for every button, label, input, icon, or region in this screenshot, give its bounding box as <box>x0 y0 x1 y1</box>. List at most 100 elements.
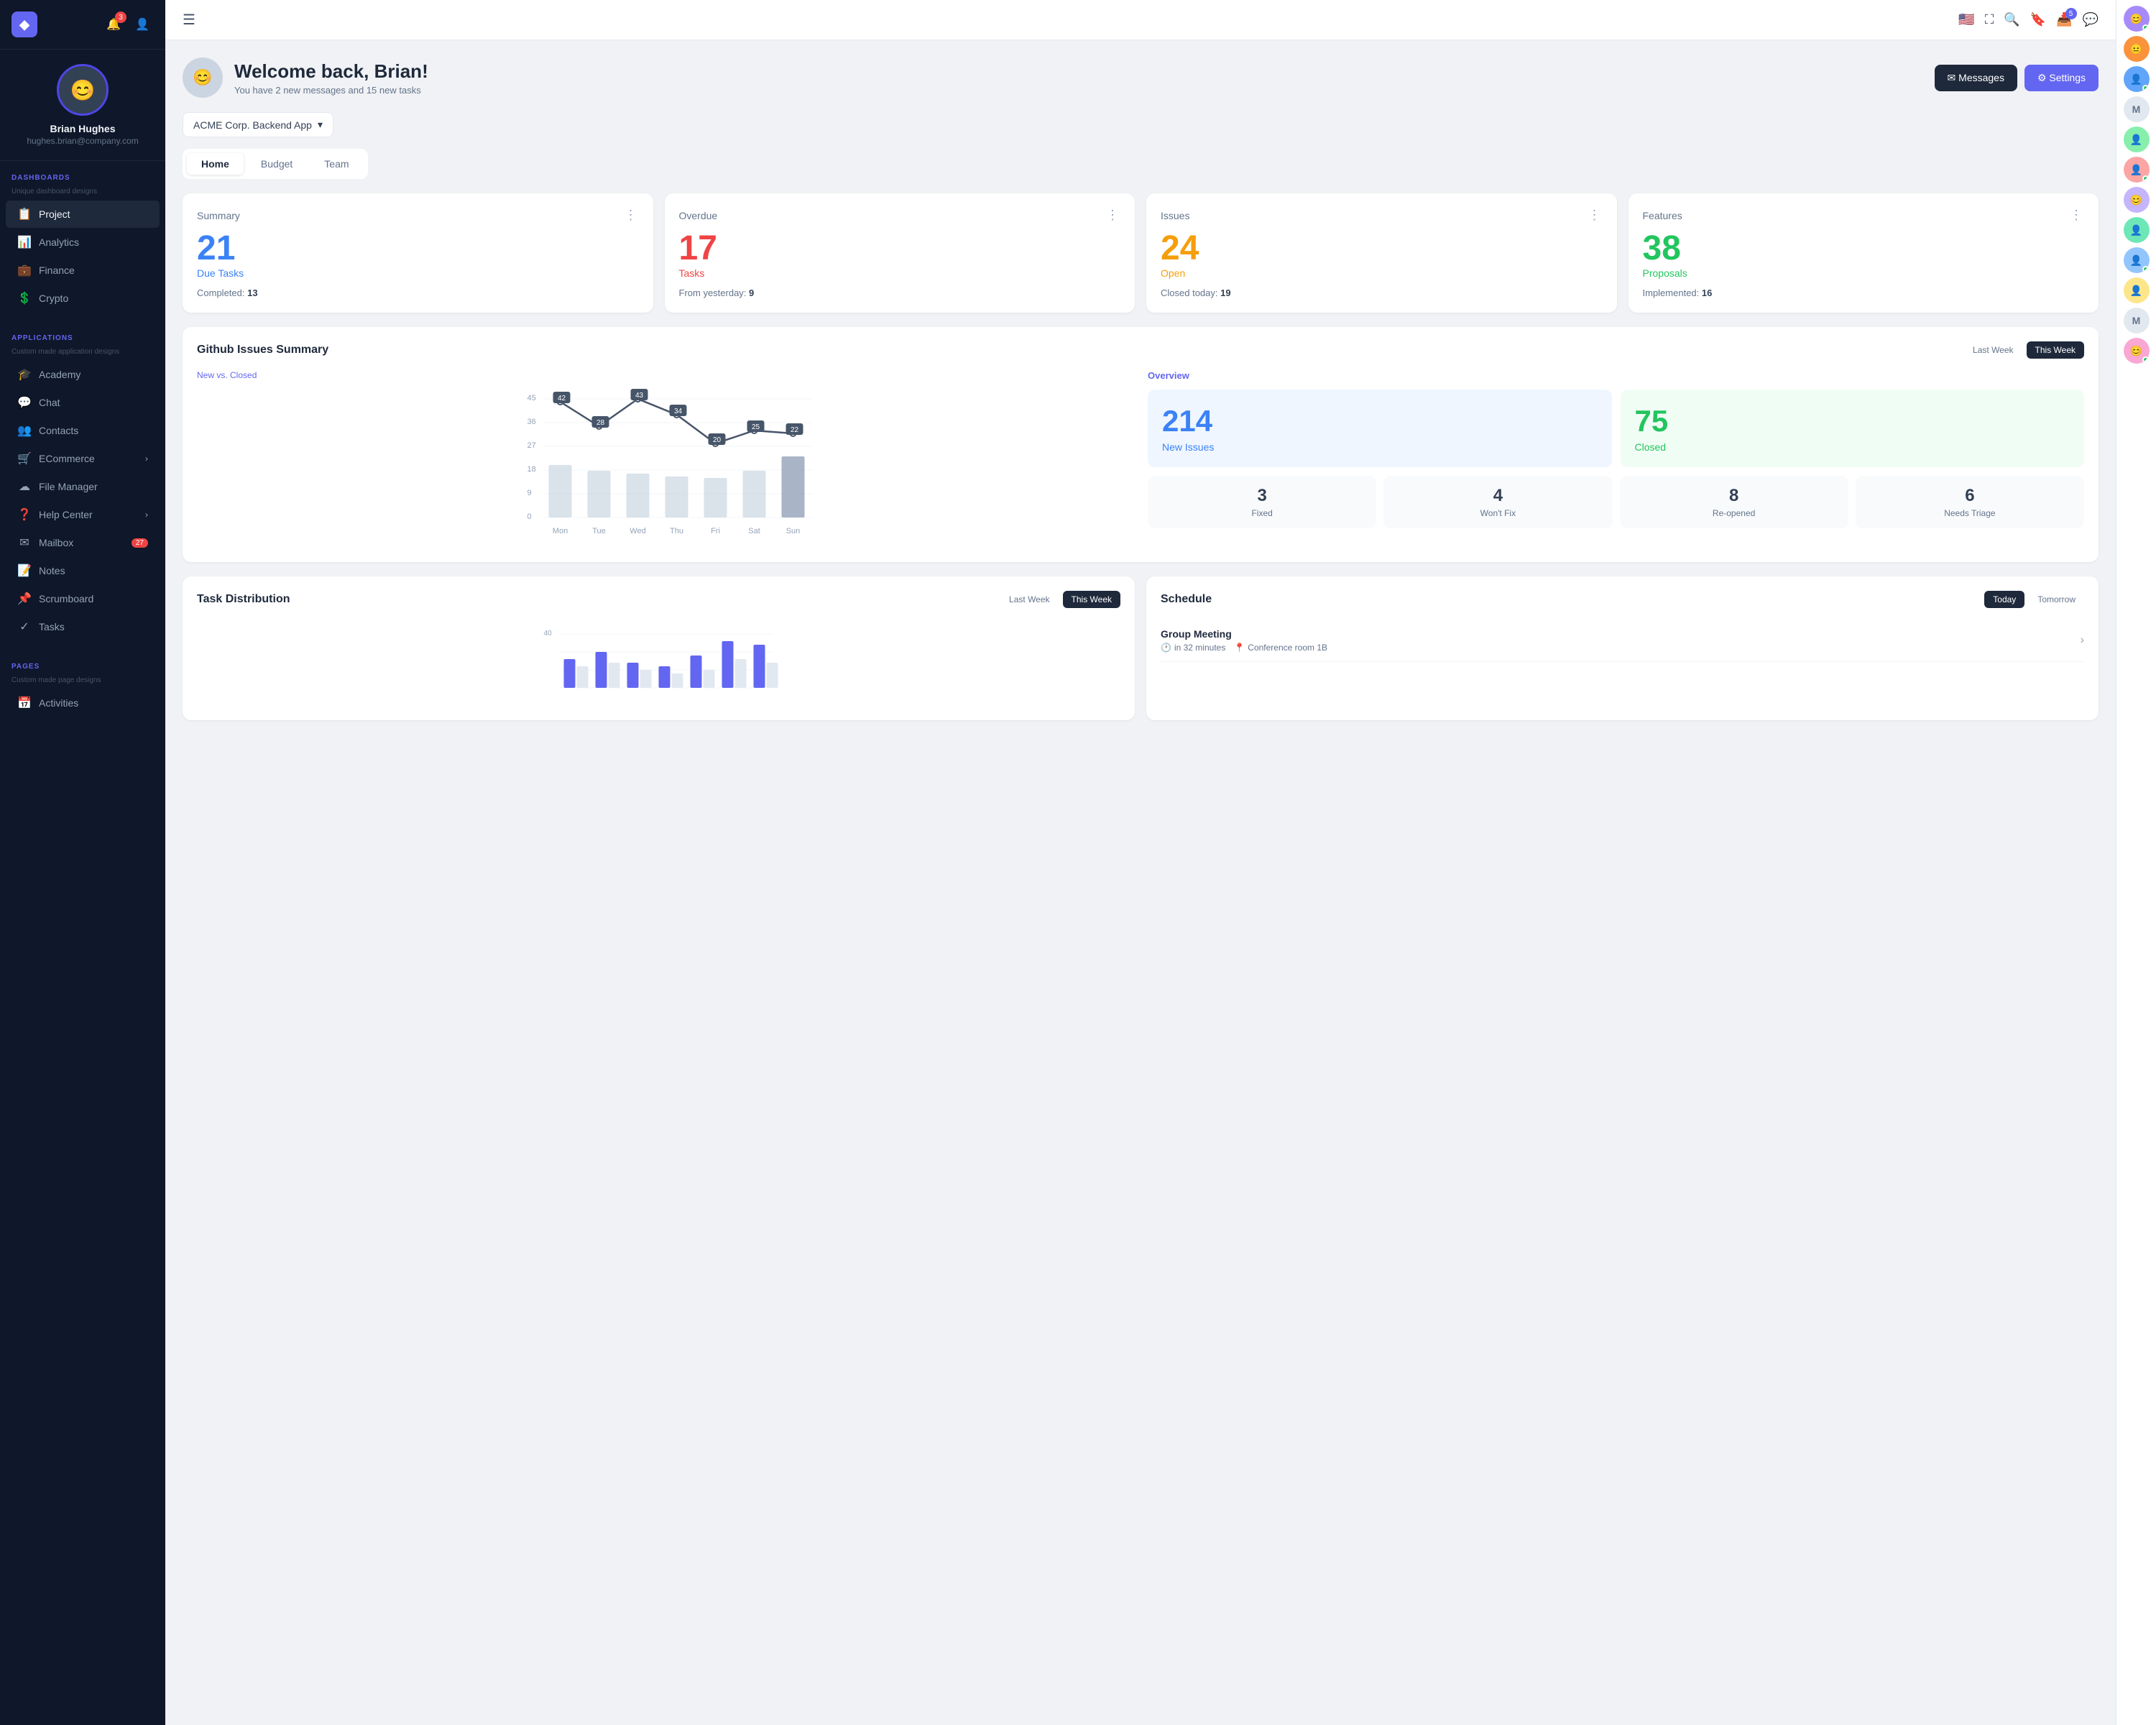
task-this-week-tab[interactable]: This Week <box>1063 591 1120 608</box>
flag-icon[interactable]: 🇺🇸 <box>1958 12 1974 27</box>
project-icon: 📋 <box>17 207 32 221</box>
scrumboard-icon: 📌 <box>17 592 32 606</box>
sidebar-header: ◆ 🔔 3 👤 <box>0 0 165 50</box>
closed-label: Closed <box>1635 441 2070 453</box>
main-wrapper: ☰ 🇺🇸 ⛶ 🔍 🔖 📥 5 💬 😊 Welcome back, Brian! … <box>165 0 2116 1725</box>
schedule-item-info: Group Meeting 🕐 in 32 minutes 📍 Conferen… <box>1161 628 1327 653</box>
svg-text:45: 45 <box>528 394 536 402</box>
right-avatar-8[interactable]: 👤 <box>2124 247 2150 273</box>
right-avatar-7[interactable]: 👤 <box>2124 217 2150 243</box>
stat-card-overdue: Overdue ⋮ 17 Tasks From yesterday: 9 <box>665 193 1135 313</box>
inbox-badge: 5 <box>2065 8 2077 19</box>
menu-button[interactable]: ☰ <box>183 11 195 29</box>
bookmark-icon[interactable]: 🔖 <box>2030 12 2046 27</box>
sidebar: ◆ 🔔 3 👤 😊 Brian Hughes hughes.brian@comp… <box>0 0 165 1725</box>
mini-stat-triage: 6 Needs Triage <box>1856 476 2084 528</box>
sidebar-item-ecommerce[interactable]: 🛒 ECommerce › <box>6 445 160 472</box>
user-profile: 😊 Brian Hughes hughes.brian@company.com <box>0 50 165 161</box>
tasks-icon: ✓ <box>17 620 32 634</box>
stat-number-issues: 24 <box>1161 231 1603 266</box>
chat-icon[interactable]: 💬 <box>2083 12 2099 27</box>
schedule-panel: Schedule Today Tomorrow Group Meeting 🕐 … <box>1146 576 2099 720</box>
stat-number-summary: 21 <box>197 231 639 266</box>
schedule-location: 📍 Conference room 1B <box>1234 643 1327 653</box>
tab-home[interactable]: Home <box>187 153 244 175</box>
user-icon-button[interactable]: 👤 <box>131 13 154 36</box>
sidebar-item-label: ECommerce <box>39 453 95 464</box>
schedule-arrow-icon[interactable]: › <box>2081 634 2084 647</box>
issues-menu-button[interactable]: ⋮ <box>1588 208 1603 223</box>
right-avatar-10[interactable]: M <box>2124 308 2150 334</box>
stat-sub-summary: Completed: 13 <box>197 288 639 298</box>
dashboards-section: DASHBOARDS Unique dashboard designs 📋 Pr… <box>0 161 165 321</box>
notifications-button[interactable]: 🔔 3 <box>102 13 125 36</box>
task-last-week-tab[interactable]: Last Week <box>1000 591 1058 608</box>
sidebar-item-finance[interactable]: 💼 Finance <box>6 257 160 284</box>
sidebar-item-label: File Manager <box>39 481 98 492</box>
stat-label-overdue: Tasks <box>679 267 1121 279</box>
user-email: hughes.brian@company.com <box>11 136 154 146</box>
right-sidebar: 😊 😐 👤 M 👤 👤 😊 👤 👤 👤 M 😊 <box>2116 0 2156 1725</box>
messages-button[interactable]: ✉ Messages <box>1935 65 2017 91</box>
new-issues-number: 214 <box>1162 404 1598 438</box>
svg-text:18: 18 <box>528 465 536 474</box>
tab-budget[interactable]: Budget <box>247 153 307 175</box>
sidebar-item-chat[interactable]: 💬 Chat <box>6 389 160 416</box>
fullscreen-icon[interactable]: ⛶ <box>1985 12 1994 27</box>
right-avatar-5[interactable]: 👤 <box>2124 157 2150 183</box>
stat-label-summary: Due Tasks <box>197 267 639 279</box>
right-avatar-2[interactable]: 👤 <box>2124 66 2150 92</box>
sidebar-item-project[interactable]: 📋 Project <box>6 201 160 228</box>
sidebar-item-filemanager[interactable]: ☁ File Manager <box>6 473 160 500</box>
closed-issues-card: 75 Closed <box>1621 390 2085 467</box>
right-avatar-3[interactable]: M <box>2124 96 2150 122</box>
task-dist-svg: 40 <box>197 627 1120 706</box>
stats-grid: Summary ⋮ 21 Due Tasks Completed: 13 Ove… <box>183 193 2099 313</box>
main-content: 😊 Welcome back, Brian! You have 2 new me… <box>165 40 2116 1725</box>
sidebar-item-academy[interactable]: 🎓 Academy <box>6 361 160 388</box>
bottom-grid: Task Distribution Last Week This Week 40 <box>183 576 2099 720</box>
sidebar-item-crypto[interactable]: 💲 Crypto <box>6 285 160 312</box>
welcome-bar: 😊 Welcome back, Brian! You have 2 new me… <box>183 58 2099 98</box>
overdue-menu-button[interactable]: ⋮ <box>1106 208 1120 223</box>
sidebar-item-tasks[interactable]: ✓ Tasks <box>6 613 160 640</box>
logo-icon[interactable]: ◆ <box>11 12 37 37</box>
project-selector[interactable]: ACME Corp. Backend App ▾ <box>183 112 333 137</box>
right-avatar-9[interactable]: 👤 <box>2124 277 2150 303</box>
sidebar-item-analytics[interactable]: 📊 Analytics <box>6 229 160 256</box>
sidebar-item-notes[interactable]: 📝 Notes <box>6 557 160 584</box>
tab-team[interactable]: Team <box>310 153 363 175</box>
sidebar-item-label: Mailbox <box>39 537 73 548</box>
inbox-icon[interactable]: 📥 5 <box>2056 12 2072 27</box>
right-avatar-0[interactable]: 😊 <box>2124 6 2150 32</box>
right-avatar-6[interactable]: 😊 <box>2124 187 2150 213</box>
search-icon[interactable]: 🔍 <box>2004 12 2019 27</box>
schedule-today-tab[interactable]: Today <box>1984 591 2024 608</box>
closed-number: 75 <box>1635 404 2070 438</box>
sidebar-item-label: Notes <box>39 565 65 576</box>
helpcenter-icon: ❓ <box>17 507 32 522</box>
sidebar-item-scrumboard[interactable]: 📌 Scrumboard <box>6 585 160 612</box>
svg-text:40: 40 <box>544 630 553 638</box>
right-avatar-11[interactable]: 😊 <box>2124 338 2150 364</box>
schedule-tomorrow-tab[interactable]: Tomorrow <box>2029 591 2084 608</box>
settings-button[interactable]: ⚙ Settings <box>2024 65 2099 91</box>
summary-menu-button[interactable]: ⋮ <box>625 208 639 223</box>
github-overview: Overview 214 New Issues 75 Closed <box>1148 370 2084 548</box>
features-menu-button[interactable]: ⋮ <box>2070 208 2084 223</box>
github-this-week-tab[interactable]: This Week <box>2027 341 2084 359</box>
github-period-tabs: Last Week This Week <box>1964 341 2084 359</box>
stat-label-features: Proposals <box>1643 267 2085 279</box>
chat-icon: 💬 <box>17 395 32 410</box>
schedule-item: Group Meeting 🕐 in 32 minutes 📍 Conferen… <box>1161 620 2084 662</box>
right-avatar-4[interactable]: 👤 <box>2124 126 2150 152</box>
sidebar-item-mailbox[interactable]: ✉ Mailbox 27 <box>6 529 160 556</box>
sidebar-item-activities[interactable]: 📅 Activities <box>6 689 160 717</box>
sidebar-item-helpcenter[interactable]: ❓ Help Center › <box>6 501 160 528</box>
right-avatar-1[interactable]: 😐 <box>2124 36 2150 62</box>
svg-text:36: 36 <box>528 418 536 426</box>
pages-label: PAGES <box>0 658 165 675</box>
github-last-week-tab[interactable]: Last Week <box>1964 341 2022 359</box>
sidebar-item-contacts[interactable]: 👥 Contacts <box>6 417 160 444</box>
svg-text:43: 43 <box>635 392 644 400</box>
